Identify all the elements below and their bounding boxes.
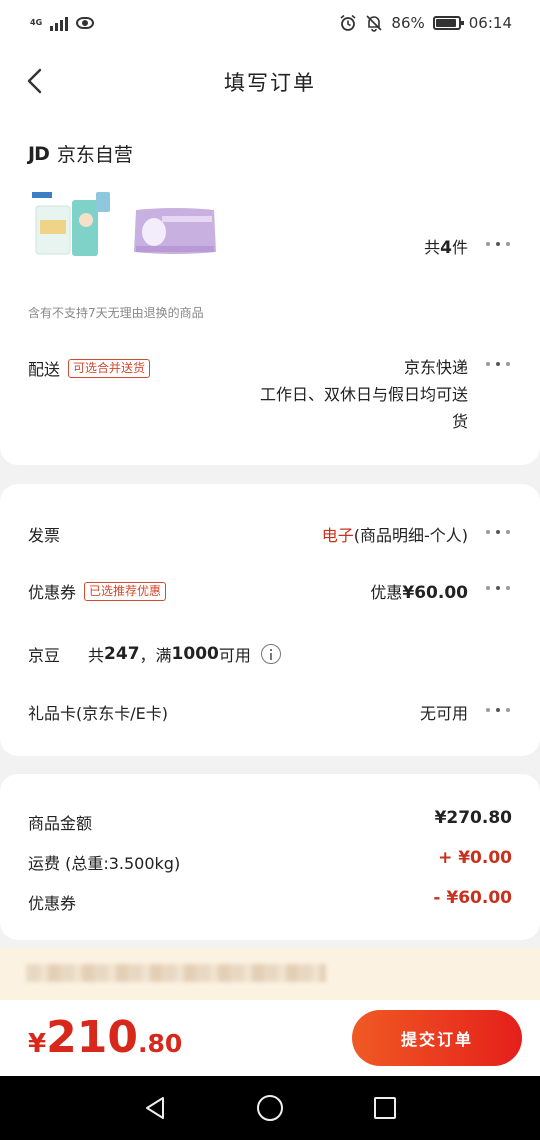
submit-order-button[interactable]: 提交订单 xyxy=(352,1010,522,1066)
giftcard-value[interactable]: 无可用 xyxy=(420,700,468,724)
payment-options-card: 发票 电子(商品明细-个人) 优惠券 已选推荐优惠 优惠¥60.00 京豆 共2… xyxy=(0,484,540,756)
system-home-icon[interactable] xyxy=(257,1095,283,1121)
page-title: 填写订单 xyxy=(224,71,316,95)
beans-label: 京豆 xyxy=(28,646,61,665)
merge-delivery-tag[interactable]: 可选合并送货 xyxy=(68,358,151,378)
network-type: 4G xyxy=(30,18,43,27)
jd-logo: JD xyxy=(28,142,50,165)
battery-icon xyxy=(432,16,464,30)
recommended-coupon-tag: 已选推荐优惠 xyxy=(84,581,167,601)
info-icon[interactable] xyxy=(260,644,281,664)
alarm-icon xyxy=(340,14,356,31)
jd-beans-row: 京豆 共 247 ，满 1000 可用 xyxy=(28,642,281,666)
delivery-more-icon[interactable] xyxy=(486,360,514,368)
delivery-time-cont: 货 xyxy=(451,412,468,431)
order-items-card: JD 京东自营 共4件 含有不支持7天无理由退换的商品 配送 可选合并送货 京东… xyxy=(0,100,540,465)
coupon-discount-value: - ¥60.00 xyxy=(433,888,512,908)
invoice-label: 发票 xyxy=(28,526,61,545)
shop-name: 京东自营 xyxy=(56,144,133,166)
product-more-icon[interactable] xyxy=(486,240,514,248)
coupon-label: 优惠券 已选推荐优惠 xyxy=(28,579,167,603)
coupon-discount-label: 优惠券 xyxy=(28,894,77,913)
blurred-text xyxy=(26,964,326,982)
delivery-method: 京东快递 xyxy=(403,358,468,377)
goods-amount-value: ¥270.80 xyxy=(434,808,512,828)
shop-header: JD 京东自营 xyxy=(28,140,133,167)
system-nav-bar xyxy=(0,1076,540,1140)
blurred-notice-bar xyxy=(0,948,540,1000)
coupon-value[interactable]: 优惠¥60.00 xyxy=(370,579,468,603)
status-bar: 4G 86% 06:14 xyxy=(0,0,540,46)
mute-bell-icon xyxy=(366,15,382,32)
invoice-more-icon[interactable] xyxy=(486,528,514,536)
delivery-time: 工作日、双休日与假日均可送 xyxy=(259,385,468,404)
invoice-value[interactable]: 电子(商品明细-个人) xyxy=(322,522,468,546)
freight-label: 运费 (总重:3.500kg) xyxy=(28,854,181,873)
battery-percent: 86% xyxy=(391,14,425,32)
freight-value: + ¥0.00 xyxy=(438,848,512,868)
signal-icon xyxy=(50,15,69,31)
order-total: ¥210.80 xyxy=(28,1012,183,1063)
system-recents-icon[interactable] xyxy=(374,1097,396,1119)
item-count: 共4件 xyxy=(424,238,468,258)
return-policy-notice: 含有不支持7天无理由退换的商品 xyxy=(28,306,204,320)
eye-comfort-icon xyxy=(76,17,95,29)
checkout-bar: ¥210.80 提交订单 xyxy=(0,1000,540,1076)
price-summary-card: 商品金额 ¥270.80 运费 (总重:3.500kg) + ¥0.00 优惠券… xyxy=(0,774,540,940)
system-back-icon[interactable] xyxy=(143,1095,169,1121)
giftcard-more-icon[interactable] xyxy=(486,706,514,714)
delivery-info[interactable]: 京东快递 工作日、双休日与假日均可送 货 xyxy=(198,354,468,435)
goods-amount-label: 商品金额 xyxy=(28,814,93,833)
product-thumbnail-wipes[interactable] xyxy=(132,206,218,256)
giftcard-label: 礼品卡(京东卡/E卡) xyxy=(28,704,168,723)
back-arrow-icon[interactable] xyxy=(24,68,50,94)
product-thumbnail-diapers[interactable] xyxy=(28,186,114,258)
delivery-label: 配送 可选合并送货 xyxy=(28,356,151,380)
clock: 06:14 xyxy=(468,14,512,32)
coupon-more-icon[interactable] xyxy=(486,584,514,592)
